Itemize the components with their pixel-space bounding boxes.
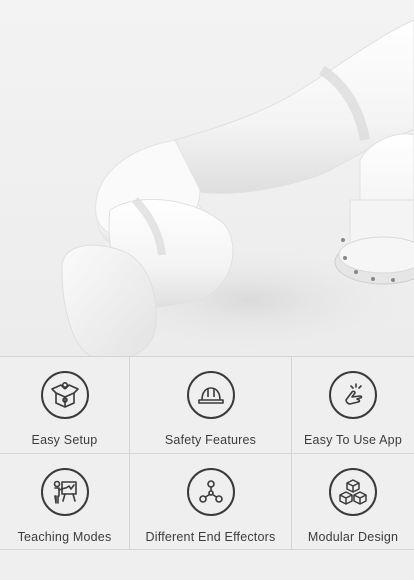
feature-easy-to-use-app[interactable]: Easy To Use App: [292, 356, 414, 453]
feature-label: Modular Design: [307, 530, 399, 544]
features-grid: Easy Setup Safety Features Easy To Use A…: [0, 356, 414, 550]
feature-easy-setup[interactable]: Easy Setup: [0, 356, 130, 453]
feature-different-end-effectors[interactable]: Different End Effectors: [130, 453, 292, 550]
feature-label: Easy Setup: [31, 433, 98, 447]
nodes-icon: [186, 468, 235, 516]
hard-hat-icon: [186, 371, 235, 419]
page-footer-space: [0, 550, 414, 580]
feature-safety-features[interactable]: Safety Features: [130, 356, 292, 453]
feature-label: Different End Effectors: [145, 530, 276, 544]
robot-arm-hero-image: [0, 0, 414, 356]
cubes-icon: [329, 468, 377, 516]
box-gear-icon: [40, 371, 89, 419]
hand-tap-icon: [329, 371, 377, 419]
feature-label: Teaching Modes: [17, 530, 112, 544]
feature-label: Safety Features: [164, 433, 257, 447]
feature-modular-design[interactable]: Modular Design: [292, 453, 414, 550]
feature-teaching-modes[interactable]: Teaching Modes: [0, 453, 130, 550]
teacher-board-icon: [40, 468, 89, 516]
feature-label: Easy To Use App: [304, 433, 402, 447]
